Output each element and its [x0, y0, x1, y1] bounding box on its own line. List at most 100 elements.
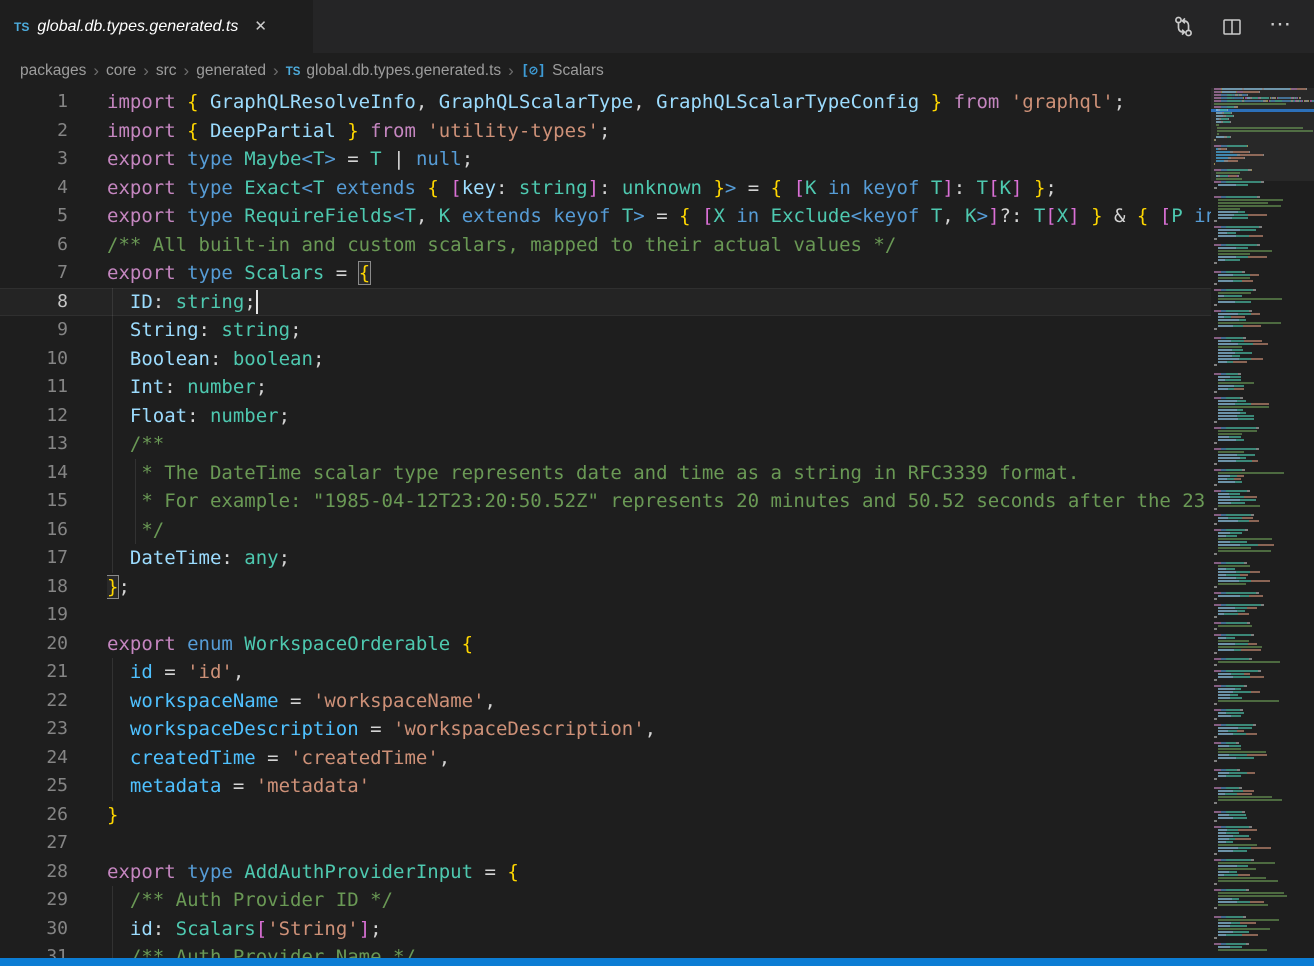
- code-line[interactable]: 30 id: Scalars['String'];: [0, 915, 1211, 944]
- line-content: Int: number;: [107, 373, 1211, 402]
- line-content: /**: [107, 430, 1211, 459]
- line-number[interactable]: 20: [0, 630, 68, 659]
- code-line[interactable]: 4export type Exact<T extends { [key: str…: [0, 174, 1211, 203]
- line-number[interactable]: 23: [0, 715, 68, 744]
- code-line[interactable]: 1import { GraphQLResolveInfo, GraphQLSca…: [0, 88, 1211, 117]
- breadcrumb-label: core: [106, 62, 136, 79]
- code-line[interactable]: 15 * For example: "1985-04-12T23:20:50.5…: [0, 487, 1211, 516]
- indent-guide: [112, 345, 113, 374]
- code-line[interactable]: 10 Boolean: boolean;: [0, 345, 1211, 374]
- code-line[interactable]: 26}: [0, 801, 1211, 830]
- indent-guide: [135, 516, 136, 545]
- code-line[interactable]: 23 workspaceDescription = 'workspaceDesc…: [0, 715, 1211, 744]
- line-number[interactable]: 27: [0, 829, 68, 858]
- line-number[interactable]: 16: [0, 516, 68, 545]
- breadcrumb-label: generated: [196, 62, 266, 79]
- line-number[interactable]: 28: [0, 858, 68, 887]
- code-line[interactable]: 9 String: string;: [0, 316, 1211, 345]
- breadcrumb-item-packages[interactable]: packages: [20, 62, 86, 80]
- indent-guide: [112, 915, 113, 944]
- breadcrumb-item-src[interactable]: src: [156, 62, 177, 80]
- code-line[interactable]: 28 export type AddAuthProviderInput = {: [0, 858, 1211, 887]
- editor-tab-bar: TS global.db.types.generated.ts ✕: [0, 0, 1314, 53]
- code-line[interactable]: 7export type Scalars = {: [0, 259, 1211, 288]
- line-number[interactable]: 17: [0, 544, 68, 573]
- line-number[interactable]: 19: [0, 601, 68, 630]
- line-number[interactable]: 7: [0, 259, 68, 288]
- line-number[interactable]: 10: [0, 345, 68, 374]
- line-content: export type AddAuthProviderInput = {: [107, 858, 1211, 887]
- breadcrumb-item-generated[interactable]: generated: [196, 62, 266, 80]
- code-line[interactable]: 18};: [0, 573, 1211, 602]
- split-editor-icon[interactable]: [1221, 16, 1243, 38]
- code-line[interactable]: 25 metadata = 'metadata': [0, 772, 1211, 801]
- code-line[interactable]: 22 workspaceName = 'workspaceName',: [0, 687, 1211, 716]
- code-line[interactable]: 12 Float: number;: [0, 402, 1211, 431]
- line-number[interactable]: 14: [0, 459, 68, 488]
- code-line[interactable]: 31 /** Auth Provider Name */: [0, 943, 1211, 958]
- line-number[interactable]: 21: [0, 658, 68, 687]
- line-number[interactable]: 8: [0, 288, 68, 317]
- close-tab-icon[interactable]: ✕: [250, 17, 271, 36]
- line-number[interactable]: 11: [0, 373, 68, 402]
- indent-guide: [135, 487, 136, 516]
- line-content: workspaceName = 'workspaceName',: [107, 687, 1211, 716]
- line-number[interactable]: 4: [0, 174, 68, 203]
- breadcrumb-item-Scalars[interactable]: [⊘]Scalars: [521, 62, 604, 80]
- open-changes-icon[interactable]: [1172, 15, 1195, 38]
- line-content: String: string;: [107, 316, 1211, 345]
- code-line[interactable]: 17 DateTime: any;: [0, 544, 1211, 573]
- editor-pane[interactable]: 1import { GraphQLResolveInfo, GraphQLSca…: [0, 88, 1211, 958]
- line-number[interactable]: 9: [0, 316, 68, 345]
- line-number[interactable]: 22: [0, 687, 68, 716]
- indent-guide: [112, 373, 113, 402]
- line-number[interactable]: 2: [0, 117, 68, 146]
- code-line[interactable]: 21 id = 'id',: [0, 658, 1211, 687]
- typescript-file-icon: TS: [286, 66, 301, 78]
- line-number[interactable]: 24: [0, 744, 68, 773]
- line-number[interactable]: 6: [0, 231, 68, 260]
- code-line[interactable]: 11 Int: number;: [0, 373, 1211, 402]
- minimap[interactable]: [1211, 88, 1314, 958]
- breadcrumb-item-global.db.types.generated.ts[interactable]: TS global.db.types.generated.ts: [286, 62, 501, 80]
- code-line[interactable]: 19: [0, 601, 1211, 630]
- breadcrumb-item-core[interactable]: core: [106, 62, 136, 80]
- line-number[interactable]: 13: [0, 430, 68, 459]
- line-content: [107, 829, 1211, 858]
- indent-guide: [112, 744, 113, 773]
- code-line[interactable]: 5export type RequireFields<T, K extends …: [0, 202, 1211, 231]
- line-content: /** Auth Provider ID */: [107, 886, 1211, 915]
- code-line[interactable]: 20export enum WorkspaceOrderable {: [0, 630, 1211, 659]
- line-content: Float: number;: [107, 402, 1211, 431]
- more-actions-icon[interactable]: ⋯: [1269, 13, 1292, 41]
- code-line[interactable]: 29 /** Auth Provider ID */: [0, 886, 1211, 915]
- line-number[interactable]: 30: [0, 915, 68, 944]
- line-number[interactable]: 25: [0, 772, 68, 801]
- indent-guide: [135, 459, 136, 488]
- code-line[interactable]: 6/** All built-in and custom scalars, ma…: [0, 231, 1211, 260]
- tab-global-db-types-generated[interactable]: TS global.db.types.generated.ts ✕: [0, 0, 313, 53]
- code-line[interactable]: 14 * The DateTime scalar type represents…: [0, 459, 1211, 488]
- line-content: workspaceDescription = 'workspaceDescrip…: [107, 715, 1211, 744]
- line-number[interactable]: 31: [0, 943, 68, 958]
- code-line[interactable]: 13 /**: [0, 430, 1211, 459]
- line-number[interactable]: 12: [0, 402, 68, 431]
- code-line[interactable]: 24 createdTime = 'createdTime',: [0, 744, 1211, 773]
- line-number[interactable]: 29: [0, 886, 68, 915]
- code-line[interactable]: 2import { DeepPartial } from 'utility-ty…: [0, 117, 1211, 146]
- line-number[interactable]: 1: [0, 88, 68, 117]
- indent-guide: [112, 772, 113, 801]
- line-content: };: [107, 573, 1211, 602]
- line-number[interactable]: 3: [0, 145, 68, 174]
- code-line[interactable]: 27: [0, 829, 1211, 858]
- line-number[interactable]: 5: [0, 202, 68, 231]
- editor-actions: ⋯: [1172, 0, 1314, 53]
- line-number[interactable]: 26: [0, 801, 68, 830]
- line-content: [107, 601, 1211, 630]
- line-number[interactable]: 18: [0, 573, 68, 602]
- code-line[interactable]: 16 */: [0, 516, 1211, 545]
- code-line[interactable]: 8 ID: string;: [0, 288, 1211, 317]
- code-line[interactable]: 3export type Maybe<T> = T | null;: [0, 145, 1211, 174]
- line-number[interactable]: 15: [0, 487, 68, 516]
- breadcrumb-label: global.db.types.generated.ts: [306, 62, 501, 79]
